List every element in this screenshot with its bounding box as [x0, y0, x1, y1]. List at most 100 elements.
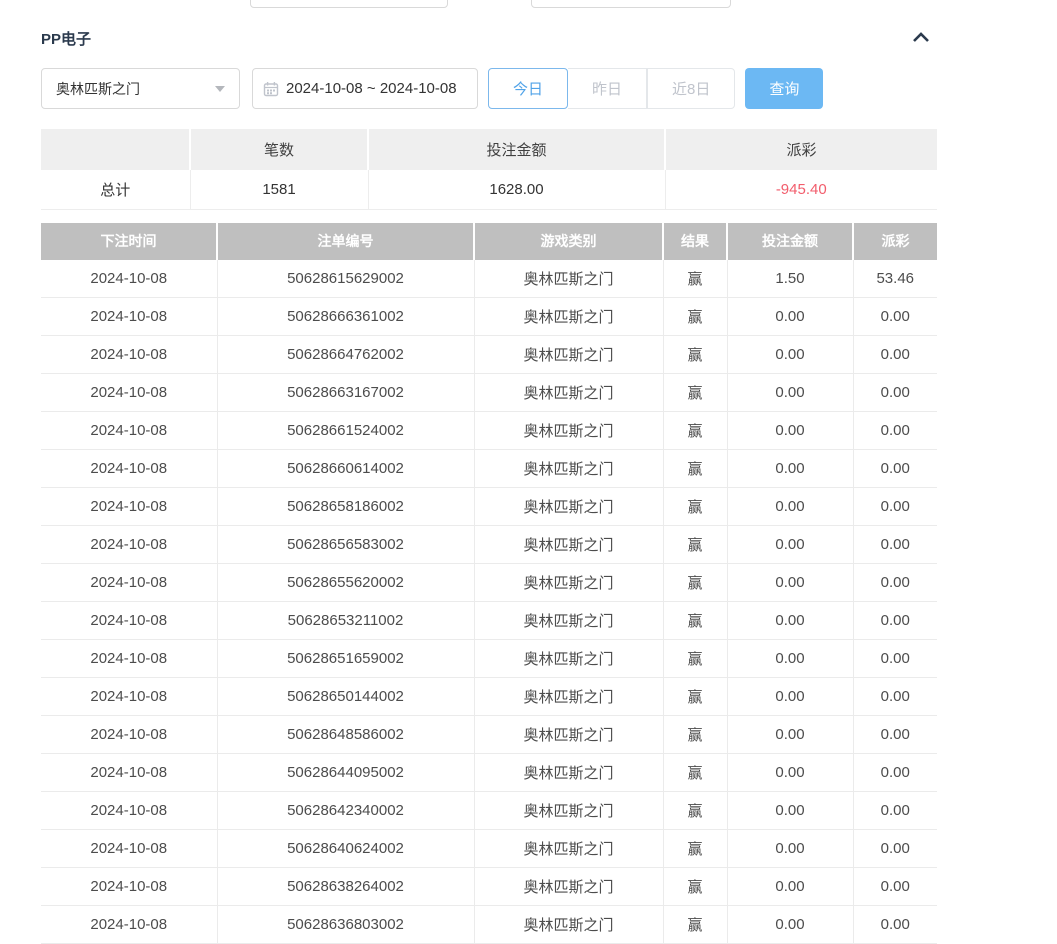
table-row: 2024-10-0850628666361002奥林匹斯之门赢0.000.00 [41, 298, 937, 336]
cell-bet-time: 2024-10-08 [41, 260, 217, 298]
cell-game-type: 奥林匹斯之门 [474, 640, 663, 678]
table-row: 2024-10-0850628648586002奥林匹斯之门赢0.000.00 [41, 716, 937, 754]
cell-bet-time: 2024-10-08 [41, 830, 217, 868]
table-row: 2024-10-0850628651659002奥林匹斯之门赢0.000.00 [41, 640, 937, 678]
summary-header-empty [41, 129, 190, 170]
cell-bet-amount: 0.00 [727, 526, 853, 564]
cell-game-type: 奥林匹斯之门 [474, 260, 663, 298]
header-bet-amount: 投注金额 [727, 223, 853, 260]
collapse-panel-button[interactable] [911, 30, 931, 46]
cell-payout: 0.00 [853, 488, 937, 526]
cell-payout: 0.00 [853, 906, 937, 944]
cell-bet-id: 50628653211002 [217, 602, 474, 640]
header-game-type: 游戏类别 [474, 223, 663, 260]
cell-game-type: 奥林匹斯之门 [474, 602, 663, 640]
cell-bet-amount: 0.00 [727, 792, 853, 830]
yesterday-button[interactable]: 昨日 [568, 68, 647, 109]
calendar-icon [263, 81, 279, 97]
date-range-input[interactable]: 2024-10-08 ~ 2024-10-08 [252, 68, 478, 109]
cell-bet-amount: 0.00 [727, 754, 853, 792]
cell-bet-id: 50628664762002 [217, 336, 474, 374]
header-result: 结果 [663, 223, 727, 260]
table-row: 2024-10-0850628663167002奥林匹斯之门赢0.000.00 [41, 374, 937, 412]
cell-bet-id: 50628615629002 [217, 260, 474, 298]
cell-game-type: 奥林匹斯之门 [474, 412, 663, 450]
date-range-value: 2024-10-08 ~ 2024-10-08 [286, 80, 457, 97]
cell-payout: 0.00 [853, 564, 937, 602]
bet-records-table: 下注时间 注单编号 游戏类别 结果 投注金额 派彩 2024-10-085062… [41, 223, 937, 944]
table-row: 2024-10-0850628640624002奥林匹斯之门赢0.000.00 [41, 830, 937, 868]
cell-bet-time: 2024-10-08 [41, 906, 217, 944]
table-row: 2024-10-0850628638264002奥林匹斯之门赢0.000.00 [41, 868, 937, 906]
cell-bet-amount: 1.50 [727, 260, 853, 298]
cell-bet-id: 50628650144002 [217, 678, 474, 716]
pp-electronic-panel: PP电子 奥林匹斯之门 [41, 0, 937, 944]
cell-bet-id: 50628660614002 [217, 450, 474, 488]
cell-payout: 0.00 [853, 640, 937, 678]
cell-bet-amount: 0.00 [727, 374, 853, 412]
table-row: 2024-10-0850628653211002奥林匹斯之门赢0.000.00 [41, 602, 937, 640]
cell-payout: 0.00 [853, 716, 937, 754]
cell-result: 赢 [663, 678, 727, 716]
cell-game-type: 奥林匹斯之门 [474, 374, 663, 412]
cell-bet-amount: 0.00 [727, 830, 853, 868]
cell-result: 赢 [663, 488, 727, 526]
quick-date-button-group: 今日 昨日 近8日 [488, 68, 735, 109]
cell-bet-time: 2024-10-08 [41, 374, 217, 412]
cell-bet-amount: 0.00 [727, 488, 853, 526]
table-row: 2024-10-0850628644095002奥林匹斯之门赢0.000.00 [41, 754, 937, 792]
header-bet-time: 下注时间 [41, 223, 217, 260]
cell-bet-time: 2024-10-08 [41, 336, 217, 374]
cell-payout: 0.00 [853, 868, 937, 906]
table-header-row: 下注时间 注单编号 游戏类别 结果 投注金额 派彩 [41, 223, 937, 260]
panel-header: PP电子 [41, 28, 937, 48]
cell-bet-id: 50628655620002 [217, 564, 474, 602]
summary-total-row: 总计 1581 1628.00 -945.40 [41, 170, 937, 209]
cell-bet-amount: 0.00 [727, 716, 853, 754]
cell-payout: 0.00 [853, 412, 937, 450]
summary-header-count: 笔数 [190, 129, 368, 170]
last-8-days-button[interactable]: 近8日 [647, 68, 735, 109]
cell-game-type: 奥林匹斯之门 [474, 298, 663, 336]
cell-result: 赢 [663, 830, 727, 868]
cell-result: 赢 [663, 754, 727, 792]
cell-payout: 0.00 [853, 526, 937, 564]
cell-payout: 0.00 [853, 830, 937, 868]
table-row: 2024-10-0850628658186002奥林匹斯之门赢0.000.00 [41, 488, 937, 526]
cell-payout: 0.00 [853, 602, 937, 640]
cell-game-type: 奥林匹斯之门 [474, 488, 663, 526]
summary-total-bet-amount: 1628.00 [368, 170, 665, 209]
cell-bet-amount: 0.00 [727, 298, 853, 336]
header-payout: 派彩 [853, 223, 937, 260]
summary-table: 笔数 投注金额 派彩 总计 1581 1628.00 -945.40 [41, 129, 937, 210]
cell-bet-id: 50628663167002 [217, 374, 474, 412]
search-button[interactable]: 查询 [745, 68, 823, 109]
cell-game-type: 奥林匹斯之门 [474, 450, 663, 488]
today-button[interactable]: 今日 [488, 68, 568, 109]
cell-result: 赢 [663, 792, 727, 830]
cell-bet-id: 50628661524002 [217, 412, 474, 450]
cell-bet-amount: 0.00 [727, 868, 853, 906]
cell-bet-amount: 0.00 [727, 906, 853, 944]
cell-result: 赢 [663, 602, 727, 640]
cell-bet-amount: 0.00 [727, 640, 853, 678]
cell-bet-amount: 0.00 [727, 412, 853, 450]
cell-bet-amount: 0.00 [727, 336, 853, 374]
cell-bet-time: 2024-10-08 [41, 298, 217, 336]
cell-game-type: 奥林匹斯之门 [474, 564, 663, 602]
cell-bet-id: 50628642340002 [217, 792, 474, 830]
cell-bet-id: 50628644095002 [217, 754, 474, 792]
cell-payout: 53.46 [853, 260, 937, 298]
cell-bet-time: 2024-10-08 [41, 678, 217, 716]
game-select[interactable]: 奥林匹斯之门 [41, 68, 240, 109]
cell-game-type: 奥林匹斯之门 [474, 678, 663, 716]
summary-header-bet-amount: 投注金额 [368, 129, 665, 170]
cell-bet-time: 2024-10-08 [41, 640, 217, 678]
cell-result: 赢 [663, 450, 727, 488]
table-row: 2024-10-0850628660614002奥林匹斯之门赢0.000.00 [41, 450, 937, 488]
cell-result: 赢 [663, 412, 727, 450]
summary-header-payout: 派彩 [665, 129, 937, 170]
cell-bet-time: 2024-10-08 [41, 868, 217, 906]
cell-bet-time: 2024-10-08 [41, 450, 217, 488]
cell-payout: 0.00 [853, 792, 937, 830]
